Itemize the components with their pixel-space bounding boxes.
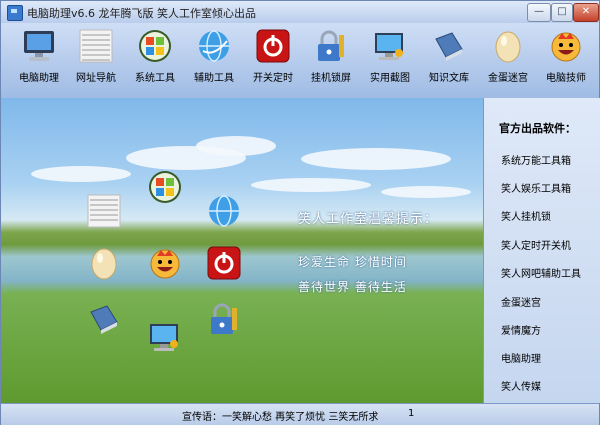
toolbar-label: 挂机锁屏 — [311, 73, 351, 84]
desktop-screen-key-icon[interactable] — [148, 320, 182, 354]
toolbar-item-aux-tools[interactable]: 辅助工具 — [184, 29, 244, 93]
toolbar-item-screenshot[interactable]: 实用截图 — [360, 29, 420, 93]
desktop-area: 笑人工作室温馨提示： 珍爱生命 珍惜时间 善待世界 善待生活 — [1, 98, 483, 403]
desktop-smiley-face-icon[interactable] — [148, 246, 182, 280]
book-icon — [432, 29, 466, 63]
toolbar-item-lock-screen[interactable]: 挂机锁屏 — [301, 29, 361, 93]
toolbar-item-knowledge[interactable]: 知识文库 — [419, 29, 479, 93]
toolbar-label: 网址导航 — [76, 73, 116, 84]
notice-title: 笑人工作室温馨提示： — [298, 212, 439, 227]
sidebar-item-system-toolbox[interactable]: 系统万能工具箱 — [501, 152, 571, 167]
sidebar-item-golden-egg[interactable]: 金蛋迷宫 — [501, 294, 541, 309]
maximize-button[interactable]: □ — [551, 3, 573, 22]
grid-pattern-icon — [79, 29, 113, 63]
status-bar: 宣传语：一笑解心愁 再笑了烦忧 三笑无所求 1 — [1, 403, 599, 425]
toolbar-item-system-tools[interactable]: 系统工具 — [125, 29, 185, 93]
globe-icon — [197, 29, 231, 63]
toolbar-label: 金蛋迷宫 — [488, 73, 528, 84]
main-toolbar: 电脑助理 网址导航 系统工具 辅助工具 开关定时 挂机锁屏 实用截图 知识文库 … — [1, 23, 599, 99]
app-logo-icon — [7, 5, 23, 21]
title-bar[interactable]: 电脑助理v6.6 龙年腾飞版 笑人工作室倾心出品 — □ ✕ — [1, 1, 599, 23]
toolbar-label: 系统工具 — [135, 73, 175, 84]
sidebar-item-idle-lock[interactable]: 笑人挂机锁 — [501, 208, 551, 223]
slogan-text: 宣传语：一笑解心愁 再笑了烦忧 三笑无所求 — [182, 412, 379, 423]
toolbar-label: 电脑技师 — [546, 73, 586, 84]
official-software-panel: 官方出品软件： 系统万能工具箱 笑人娱乐工具箱 笑人挂机锁 笑人定时开关机 笑人… — [483, 98, 600, 403]
toolbar-label: 辅助工具 — [194, 73, 234, 84]
cloud — [301, 148, 451, 170]
toolbar-label: 知识文库 — [429, 73, 469, 84]
cloud — [251, 178, 371, 192]
padlock-icon — [314, 29, 348, 63]
sidebar-item-timed-shutdown[interactable]: 笑人定时开关机 — [501, 237, 571, 252]
power-icon — [256, 29, 290, 63]
app-window: 电脑助理v6.6 龙年腾飞版 笑人工作室倾心出品 — □ ✕ 电脑助理 网址导航… — [0, 0, 600, 425]
toolbar-item-golden-egg[interactable]: 金蛋迷宫 — [478, 29, 538, 93]
toolbar-item-web-nav[interactable]: 网址导航 — [66, 29, 126, 93]
minimize-button[interactable]: — — [527, 3, 551, 22]
desktop-book-icon[interactable] — [87, 302, 121, 336]
desktop-padlock-icon[interactable] — [207, 302, 241, 336]
cloud — [31, 166, 131, 182]
toolbar-item-power-timer[interactable]: 开关定时 — [243, 29, 303, 93]
monitor-icon — [22, 29, 56, 63]
sidebar-item-entertainment-toolbox[interactable]: 笑人娱乐工具箱 — [501, 180, 571, 195]
sidebar-item-pc-assistant[interactable]: 电脑助理 — [501, 350, 541, 365]
toolbar-item-pc-technician[interactable]: 电脑技师 — [536, 29, 596, 93]
notice-line-2: 善待世界 善待生活 — [298, 280, 407, 294]
desktop-globe-icon[interactable] — [207, 194, 241, 228]
screen-key-icon — [373, 29, 407, 63]
window-title: 电脑助理v6.6 龙年腾飞版 笑人工作室倾心出品 — [27, 7, 256, 20]
status-count: 1 — [408, 408, 415, 419]
sidebar-item-love-cube[interactable]: 爱情魔方 — [501, 322, 541, 337]
sidebar-item-netcafe-helper[interactable]: 笑人网吧辅助工具 — [501, 265, 581, 280]
desktop-grid-pattern-icon[interactable] — [87, 194, 121, 228]
toolbar-label: 开关定时 — [253, 73, 293, 84]
desktop-power-icon[interactable] — [207, 246, 241, 280]
cloud — [196, 136, 276, 156]
smiley-face-icon — [549, 29, 583, 63]
toolbar-item-pc-assistant[interactable]: 电脑助理 — [9, 29, 69, 93]
cloud — [381, 186, 471, 198]
toolbar-label: 实用截图 — [370, 73, 410, 84]
egg-icon — [491, 29, 525, 63]
sidebar-item-media[interactable]: 笑人传媒 — [501, 378, 541, 393]
windows-logo-icon — [138, 29, 172, 63]
notice-line-1: 珍爱生命 珍惜时间 — [298, 255, 407, 269]
sidebar-title: 官方出品软件： — [499, 122, 576, 135]
desktop-egg-icon[interactable] — [87, 246, 121, 280]
toolbar-label: 电脑助理 — [19, 73, 59, 84]
close-button[interactable]: ✕ — [573, 3, 599, 22]
desktop-system-tools-icon[interactable] — [148, 170, 182, 204]
